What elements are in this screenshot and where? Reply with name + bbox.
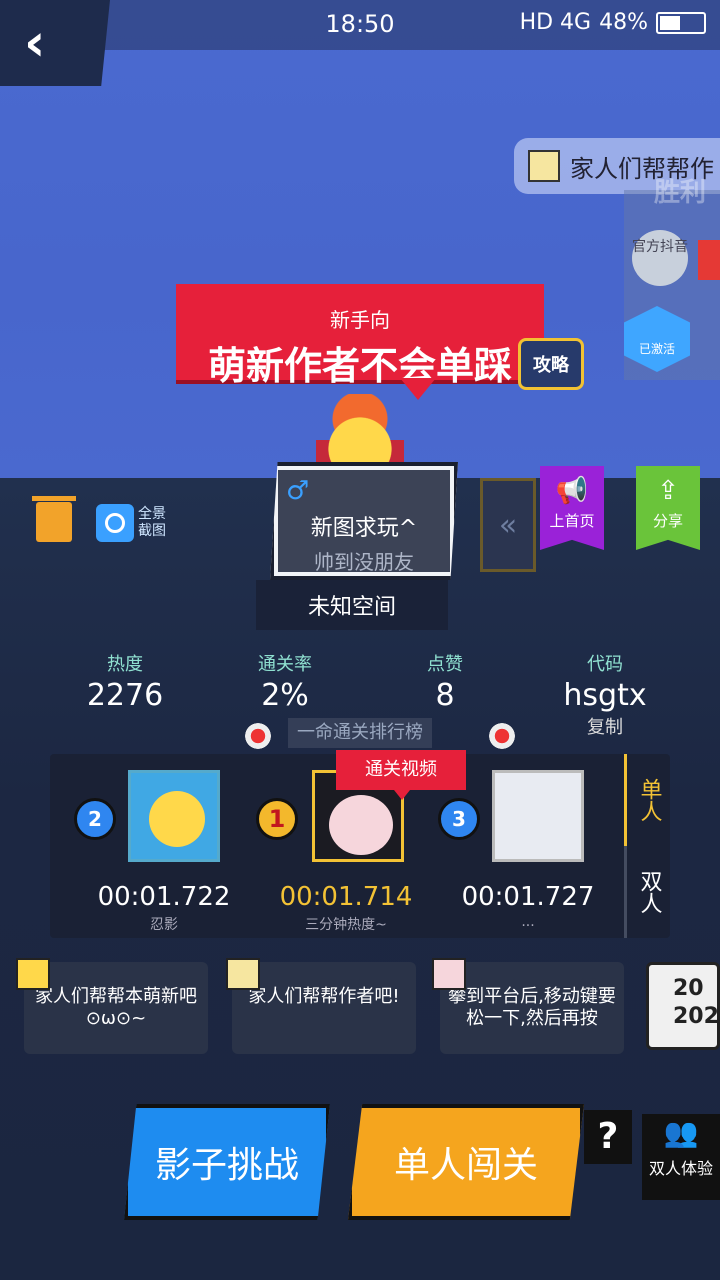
rank-3-badge: 3 [438,798,480,840]
comment-text: 家人们帮帮本萌新吧⊙ω⊙~ [35,986,197,1029]
calendar-top: 20 [673,976,704,1001]
avatar [528,150,560,182]
entry-time: 00:01.714 [279,882,413,912]
sparkle-icon [238,716,278,756]
author-description: 帅到没朋友 [314,550,414,574]
stat-value: 8 [435,678,455,713]
leaderboard-title: 一命通关排行榜 [288,718,432,748]
promote-button[interactable]: 📢 上首页 [540,466,604,550]
comment-bubble[interactable]: 攀到平台后,移动键要松一下,然后再按 [432,958,624,1054]
megaphone-icon: 📢 [555,476,589,506]
promote-label: 上首页 [549,512,595,530]
stat-code: 代码 hsgtx 复制 [540,650,670,739]
goal-flag-icon [698,240,720,280]
comment-text: 攀到平台后,移动键要松一下,然后再按 [448,986,616,1029]
guide-button[interactable]: 攻略 [518,338,584,390]
card-body: ♂ 新图求玩^ 帅到没朋友 [278,470,450,574]
entry-player: 忍影 [150,917,178,933]
camera-icon[interactable] [96,504,134,542]
calendar-bottom: 202 [673,1004,719,1029]
chevron-left-icon: ‹ [24,13,46,73]
victory-label: 胜利 [654,178,707,208]
duo-trial-label: 双人体验 [648,1159,713,1178]
help-button[interactable]: ? [584,1110,632,1164]
stat-label: 代码 [587,654,623,675]
stat-label: 热度 [107,654,143,675]
share-label: 分享 [652,512,683,530]
avatar[interactable] [492,770,584,862]
share-icon: ⇪ [657,476,679,506]
level-info-card[interactable]: ♂ 新图求玩^ 帅到没朋友 [270,462,458,580]
duo-trial-button[interactable]: 👥 双人体验 [642,1114,720,1200]
leaderboard-mode-tabs: 单人 双人 [624,754,670,938]
space-label: 未知空间 [256,580,448,630]
shadow-challenge-button[interactable]: 影子挑战 [124,1104,330,1220]
tab-single[interactable]: 单人 [624,754,670,846]
entry-time: 00:01.727 [461,882,595,912]
avatar[interactable] [128,770,220,862]
avatar [432,958,466,990]
level-title: 萌新作者不会单踩 [207,344,512,388]
level-title-banner: 新手向 萌新作者不会单踩 [176,284,544,400]
entry-player: 三分钟热度~ [305,917,387,933]
battery-icon [656,11,706,34]
calendar-event-icon[interactable]: 20 202 [646,962,720,1050]
battery-percent: 48% [599,10,648,35]
entry-player: ... [521,914,535,930]
two-people-icon: 👥 [663,1116,699,1149]
avatar [226,958,260,990]
male-icon: ♂ [286,476,310,506]
stat-value: hsgtx [563,678,647,713]
stat-value: 2276 [86,678,164,713]
clear-video-button[interactable]: 通关视频 [336,750,466,800]
rank-1-badge: 1 [256,798,298,840]
share-button[interactable]: ⇪ 分享 [636,466,700,550]
author-name: 新图求玩^ [310,516,418,541]
panorama-label[interactable]: 全景截图 [138,506,174,540]
stat-value: 2% [261,678,309,713]
collapse-chevron-icon[interactable]: « [480,478,536,572]
rank-2-badge: 2 [74,798,116,840]
official-douyin-button[interactable]: 官方抖音 [632,230,688,286]
avatar [16,958,50,990]
stat-label: 点赞 [427,654,463,675]
comment-bubble[interactable]: 家人们帮帮作者吧! [226,958,416,1054]
sparkle-icon [482,716,522,756]
status-right: HD 4G 48% [520,10,706,35]
stat-heat: 热度 2276 [60,650,190,739]
comment-bubble[interactable]: 家人们帮帮本萌新吧⊙ω⊙~ [16,958,208,1054]
network-indicator: HD 4G [519,10,592,35]
banner-subtitle: 新手向 [330,308,390,332]
entry-time: 00:01.722 [97,882,231,912]
solo-play-button[interactable]: 单人闯关 [348,1104,584,1220]
trash-icon[interactable] [32,496,76,542]
tab-double[interactable]: 双人 [624,846,670,938]
comment-text: 家人们帮帮作者吧! [248,986,400,1007]
stat-label: 通关率 [258,654,312,675]
copy-code-button[interactable]: 复制 [540,713,670,739]
back-button[interactable]: ‹ [0,0,110,86]
